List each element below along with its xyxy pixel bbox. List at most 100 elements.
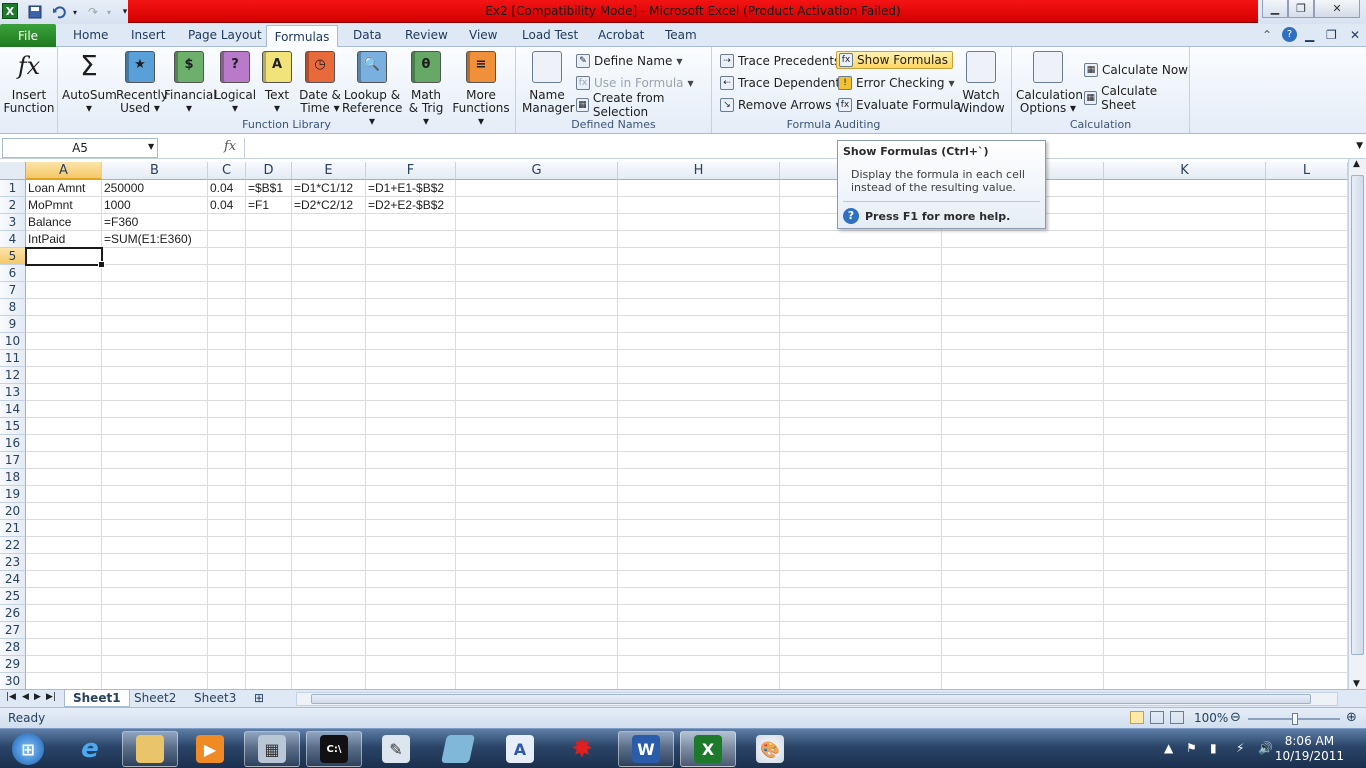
tab-file[interactable]: File [0, 24, 56, 47]
cell-b1[interactable]: 250000 [102, 180, 144, 197]
last-sheet-icon[interactable]: ▶| [46, 692, 56, 702]
name-manager-button[interactable]: Name Manager [522, 51, 575, 115]
sheet-tab-sheet1[interactable]: Sheet1 [64, 690, 130, 707]
scroll-down-icon[interactable]: ▼ [1353, 679, 1360, 689]
power-icon[interactable]: ⚡ [1236, 741, 1244, 755]
trace-precedents-button[interactable]: ⇢ Trace Precedents [720, 52, 840, 70]
page-layout-view-icon[interactable] [1150, 711, 1164, 724]
zoom-slider-knob[interactable] [1292, 713, 1298, 725]
cell-e1[interactable]: =D1*C1/12 [292, 180, 353, 197]
cell-c1[interactable]: 0.04 [208, 180, 233, 197]
date-time-button[interactable]: ◷ Date & Time ▾ [296, 51, 344, 115]
watch-window-button[interactable]: Watch Window [956, 51, 1006, 115]
name-box[interactable]: A5 [2, 138, 158, 158]
prev-sheet-icon[interactable]: ◀ [22, 692, 29, 702]
create-from-selection-button[interactable]: ▦ Create from Selection [576, 91, 711, 119]
sheet-tab-sheet3[interactable]: Sheet3 [186, 690, 244, 707]
name-box-dropdown-icon[interactable]: ▼ [148, 142, 154, 151]
cell-a3[interactable]: Balance [26, 214, 71, 231]
row-header-19[interactable]: 19 [0, 486, 26, 503]
column-header-g[interactable]: G [456, 162, 618, 180]
vertical-scrollbar[interactable]: ▲ ▼ [1348, 159, 1366, 689]
row-header-20[interactable]: 20 [0, 503, 26, 520]
taskbar-excel[interactable]: X [680, 731, 736, 767]
cell-a4[interactable]: IntPaid [26, 231, 65, 248]
insert-function-button[interactable]: fx Insert Function [2, 51, 56, 115]
row-header-14[interactable]: 14 [0, 401, 26, 418]
row-header-5[interactable]: 5 [0, 248, 26, 265]
normal-view-icon[interactable] [1130, 711, 1144, 724]
column-header-h[interactable]: H [618, 162, 780, 180]
sheet-tab-sheet2[interactable]: Sheet2 [126, 690, 184, 707]
row-header-6[interactable]: 6 [0, 265, 26, 282]
row-header-10[interactable]: 10 [0, 333, 26, 350]
logical-button[interactable]: ? Logical ▾ [214, 51, 256, 115]
zoom-out-icon[interactable]: ⊖ [1230, 710, 1241, 725]
cell-f1[interactable]: =D1+E1-$B$2 [366, 180, 444, 197]
row-header-25[interactable]: 25 [0, 588, 26, 605]
excel-logo-icon[interactable]: X [2, 3, 18, 19]
volume-icon[interactable]: 🔊 [1258, 741, 1273, 755]
taskbar-file-explorer[interactable] [122, 731, 178, 767]
row-header-7[interactable]: 7 [0, 282, 26, 299]
network-icon[interactable]: ▮ [1210, 741, 1217, 755]
row-header-24[interactable]: 24 [0, 571, 26, 588]
row-header-13[interactable]: 13 [0, 384, 26, 401]
taskbar-editor[interactable]: ✎ [368, 731, 424, 767]
active-cell-a5[interactable] [25, 247, 105, 268]
taskbar-red-app[interactable]: ✸ [554, 731, 610, 767]
horizontal-scrollbar[interactable] [296, 692, 1338, 706]
define-name-button[interactable]: ✎ Define Name ▼ [576, 52, 683, 70]
workbook-restore-icon[interactable]: ❐ [1326, 28, 1337, 42]
row-header-15[interactable]: 15 [0, 418, 26, 435]
use-in-formula-button[interactable]: fx Use in Formula ▼ [576, 74, 694, 92]
workbook-minimize-icon[interactable]: ▁ [1305, 28, 1314, 42]
row-header-18[interactable]: 18 [0, 469, 26, 486]
taskbar-media-player[interactable]: ▶ [182, 731, 238, 767]
column-header-e[interactable]: E [292, 162, 366, 180]
trace-dependents-button[interactable]: ⇠ Trace Dependents [720, 74, 846, 92]
worksheet-grid[interactable]: ABCDEFGHIJKL 123456789101112131415161718… [0, 162, 1348, 689]
calculate-now-button[interactable]: ▦ Calculate Now [1084, 61, 1188, 79]
action-center-icon[interactable]: ⚑ [1186, 741, 1197, 755]
zoom-slider[interactable] [1248, 713, 1340, 725]
cell-a1[interactable]: Loan Amnt [26, 180, 85, 197]
cell-a2[interactable]: MoPmnt [26, 197, 73, 214]
cell-b4[interactable]: =SUM(E1:E360) [102, 231, 192, 248]
remove-arrows-button[interactable]: ↘ Remove Arrows ▼ [720, 96, 842, 114]
taskbar-calculator[interactable]: ▦ [244, 731, 300, 767]
tab-view[interactable]: View [469, 28, 497, 42]
restore-icon[interactable]: ❐ [1288, 0, 1314, 18]
first-sheet-icon[interactable]: |◀ [6, 692, 16, 702]
column-header-a[interactable]: A [26, 162, 102, 180]
select-all-corner[interactable] [0, 162, 26, 180]
page-break-view-icon[interactable] [1170, 711, 1184, 724]
row-header-27[interactable]: 27 [0, 622, 26, 639]
row-header-30[interactable]: 30 [0, 673, 26, 689]
lookup-reference-button[interactable]: 🔍 Lookup & Reference ▾ [342, 51, 402, 128]
taskbar-wordpad[interactable]: A [492, 731, 548, 767]
vertical-scroll-thumb[interactable] [1351, 175, 1364, 655]
row-header-29[interactable]: 29 [0, 656, 26, 673]
cell-b3[interactable]: =F360 [102, 214, 138, 231]
row-header-4[interactable]: 4 [0, 231, 26, 248]
row-header-28[interactable]: 28 [0, 639, 26, 656]
row-header-12[interactable]: 12 [0, 367, 26, 384]
recently-used-button[interactable]: ★ Recently Used ▾ [116, 51, 168, 115]
start-button[interactable]: ⊞ [2, 731, 54, 767]
minimize-icon[interactable]: ▁ [1262, 0, 1288, 18]
tab-review[interactable]: Review [405, 28, 448, 42]
tab-insert[interactable]: Insert [131, 28, 165, 42]
row-header-22[interactable]: 22 [0, 537, 26, 554]
close-icon[interactable]: ✕ [1314, 0, 1360, 18]
column-header-c[interactable]: C [208, 162, 246, 180]
tab-data[interactable]: Data [353, 28, 382, 42]
tab-load-test[interactable]: Load Test [522, 28, 578, 42]
cell-b2[interactable]: 1000 [102, 197, 131, 214]
tab-page-layout[interactable]: Page Layout [188, 28, 262, 42]
scroll-up-icon[interactable]: ▲ [1353, 159, 1360, 169]
taskbar-command-prompt[interactable]: C:\ [306, 731, 362, 767]
expand-formula-bar-icon[interactable]: ▼ [1356, 141, 1363, 151]
text-button[interactable]: A Text ▾ [260, 51, 294, 115]
cell-d2[interactable]: =F1 [246, 197, 269, 214]
